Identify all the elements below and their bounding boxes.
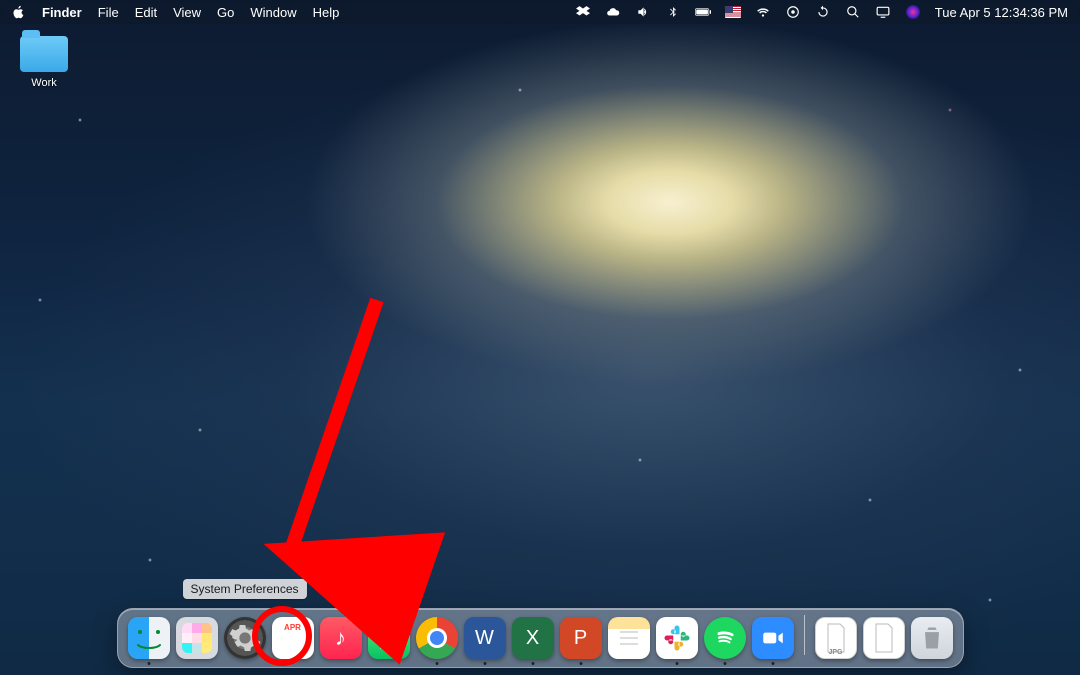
calendar-day: 5 [287,632,298,652]
display-icon[interactable] [875,4,891,20]
dock-app-trash[interactable] [911,617,953,659]
menu-view[interactable]: View [173,5,201,20]
annotation-overlay [0,0,1080,675]
wifi-icon[interactable] [755,4,771,20]
running-indicator [771,662,774,665]
dock-app-zoom[interactable] [752,617,794,659]
running-indicator [435,662,438,665]
dock-container: System PreferencesAPR5♪ WXP JPG [0,608,1080,668]
siri-icon[interactable] [905,4,921,20]
folder-icon [20,36,68,72]
running-indicator [147,662,150,665]
active-app-name[interactable]: Finder [42,5,82,20]
dock-app-google-chrome[interactable] [416,617,458,659]
dock-app-spotify[interactable] [704,617,746,659]
dropbox-icon[interactable] [575,4,591,20]
dock-app-system-preferences[interactable]: System Preferences [224,617,266,659]
dock-app-launchpad[interactable] [176,617,218,659]
running-indicator [675,662,678,665]
running-indicator [483,662,486,665]
menu-window[interactable]: Window [250,5,296,20]
menubar-clock[interactable]: Tue Apr 5 12:34:36 PM [935,5,1068,20]
dock-app-calendar[interactable]: APR5 [272,617,314,659]
menu-file[interactable]: File [98,5,119,20]
battery-icon[interactable] [695,4,711,20]
apple-menu-icon[interactable] [12,5,26,19]
location-icon[interactable] [785,4,801,20]
running-indicator [723,662,726,665]
folder-label: Work [12,77,76,89]
dock-app-microsoft-powerpoint[interactable]: P [560,617,602,659]
dock-app-slack[interactable] [656,617,698,659]
spotlight-icon[interactable] [845,4,861,20]
running-indicator [579,662,582,665]
dock-tooltip: System Preferences [182,579,306,599]
menu-edit[interactable]: Edit [135,5,157,20]
dock-app-music[interactable]: ♪ [320,617,362,659]
cloud-icon[interactable] [605,4,621,20]
dock-app-microsoft-word[interactable]: W [464,617,506,659]
input-flag-icon[interactable] [725,4,741,20]
menu-help[interactable]: Help [313,5,340,20]
dock-app-messages[interactable] [368,617,410,659]
dock-app-notes[interactable] [608,617,650,659]
desktop[interactable]: Finder File Edit View Go Window Help Tue… [0,0,1080,675]
bluetooth-icon[interactable] [665,4,681,20]
desktop-folder-work[interactable]: Work [12,36,76,89]
dock-separator [804,615,805,655]
running-indicator [531,662,534,665]
dock-app-document-jpg[interactable]: JPG [815,617,857,659]
dock: System PreferencesAPR5♪ WXP JPG [117,608,964,668]
sync-icon[interactable] [815,4,831,20]
menu-go[interactable]: Go [217,5,234,20]
dock-app-finder[interactable] [128,617,170,659]
dock-app-document[interactable] [863,617,905,659]
volume-icon[interactable] [635,4,651,20]
dock-app-microsoft-excel[interactable]: X [512,617,554,659]
menu-bar: Finder File Edit View Go Window Help Tue… [0,0,1080,24]
